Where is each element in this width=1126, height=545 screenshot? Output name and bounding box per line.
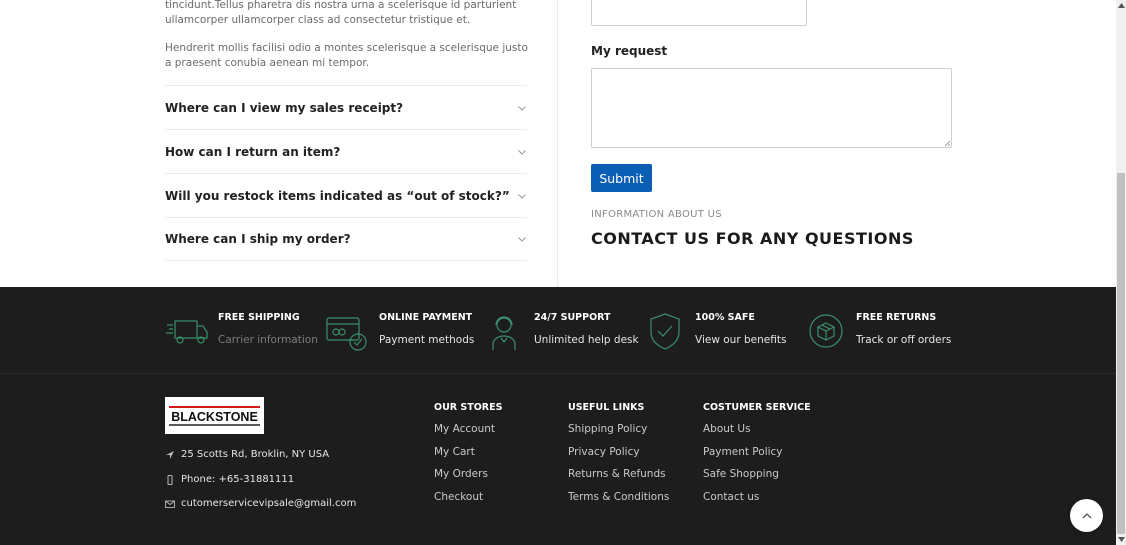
footer-email[interactable]: cutomerservicevipsale@gmail.com <box>165 498 356 509</box>
footer-link-my-account[interactable]: My Account <box>434 421 502 444</box>
back-to-top-button[interactable] <box>1070 499 1103 532</box>
info-label: INFORMATION ABOUT US <box>591 209 722 220</box>
shield-check-icon <box>650 313 680 350</box>
feature-subtitle: Carrier information <box>218 334 318 346</box>
scrollbar-thumb[interactable] <box>1117 173 1125 534</box>
scroll-down-arrow[interactable] <box>1116 534 1126 545</box>
faq-item-view-receipt[interactable]: Where can I view my sales receipt? <box>165 85 527 129</box>
column-title: USEFUL LINKS <box>568 402 645 413</box>
chevron-down-icon <box>518 193 526 199</box>
faq-question: How can I return an item? <box>165 144 341 159</box>
faq-item-return-item[interactable]: How can I return an item? <box>165 129 527 173</box>
faq-item-ship-order[interactable]: Where can I ship my order? <box>165 217 527 261</box>
location-arrow-icon <box>166 450 174 459</box>
feature-title: 100% SAFE <box>695 312 755 323</box>
footer-link-checkout[interactable]: Checkout <box>434 489 502 512</box>
footer-link-my-cart[interactable]: My Cart <box>434 444 502 467</box>
feature-subtitle: Payment methods <box>379 334 475 346</box>
footer-address: 25 Scotts Rd, Broklin, NY USA <box>165 449 329 460</box>
features-band: FREE SHIPPING Carrier information ONLINE… <box>0 287 1116 374</box>
support-agent-icon <box>492 316 516 350</box>
footer-column-customer-service: COSTUMER SERVICE About Us Payment Policy… <box>703 402 811 511</box>
column-title: OUR STORES <box>434 402 503 413</box>
truck-icon <box>166 320 208 344</box>
feature-title: ONLINE PAYMENT <box>379 312 473 323</box>
column-title: COSTUMER SERVICE <box>703 402 811 413</box>
feature-subtitle: Track or off orders <box>856 334 952 346</box>
faq-question: Where can I view my sales receipt? <box>165 100 404 115</box>
mobile-phone-icon <box>167 474 173 485</box>
faq-list: Where can I view my sales receipt? How c… <box>165 85 527 261</box>
chevron-down-icon <box>518 105 526 111</box>
envelope-icon <box>165 500 175 508</box>
footer-link-returns-refunds[interactable]: Returns & Refunds <box>568 466 669 489</box>
column-divider <box>557 0 558 287</box>
footer-phone: Phone: +65-31881111 <box>165 474 294 485</box>
faq-item-restock[interactable]: Will you restock items indicated as “out… <box>165 173 527 217</box>
faq-question: Where can I ship my order? <box>165 232 351 246</box>
intro-paragraph: tincidunt.Tellus pharetra dis nostra urn… <box>165 0 517 26</box>
feature-free-shipping: FREE SHIPPING Carrier information <box>165 309 325 355</box>
footer-link-about-us[interactable]: About Us <box>703 421 811 444</box>
payment-card-icon <box>326 317 367 351</box>
footer-link-safe-shopping[interactable]: Safe Shopping <box>703 466 811 489</box>
address-text: 25 Scotts Rd, Broklin, NY USA <box>181 449 330 460</box>
resize-grip-icon[interactable] <box>944 140 951 147</box>
feature-free-returns: FREE RETURNS Track or off orders <box>809 309 969 355</box>
footer-link-contact-us[interactable]: Contact us <box>703 489 811 512</box>
intro-paragraph: Hendrerit mollis facilisi odio a montes … <box>165 42 528 69</box>
request-label: My request <box>591 44 668 58</box>
feature-online-payment: ONLINE PAYMENT Payment methods <box>326 309 486 355</box>
email-text: cutomerservicevipsale@gmail.com <box>181 498 357 509</box>
feature-title: FREE RETURNS <box>856 312 937 323</box>
content-section: tincidunt.Tellus pharetra dis nostra urn… <box>0 0 1116 287</box>
feature-subtitle: Unlimited help desk <box>534 334 639 346</box>
chevron-down-icon <box>518 237 526 242</box>
feature-safe: 100% SAFE View our benefits <box>650 309 810 355</box>
faq-question: Will you restock items indicated as “out… <box>165 188 510 203</box>
contact-heading: CONTACT US FOR ANY QUESTIONS <box>591 229 914 248</box>
footer-link-terms[interactable]: Terms & Conditions <box>568 489 669 512</box>
logo-text: BLACKSTONE <box>171 410 258 424</box>
feature-support: 24/7 SUPPORT Unlimited help desk <box>490 309 650 355</box>
feature-title: 24/7 SUPPORT <box>534 312 611 323</box>
triangle-up-icon <box>1117 3 1125 8</box>
scroll-up-arrow[interactable] <box>1116 0 1126 11</box>
contact-field[interactable] <box>591 0 807 26</box>
footer-link-privacy-policy[interactable]: Privacy Policy <box>568 444 669 467</box>
blackstone-logo-icon: BLACKSTONE <box>169 405 260 426</box>
footer-link-payment-policy[interactable]: Payment Policy <box>703 444 811 467</box>
brand-logo[interactable]: BLACKSTONE <box>165 397 264 434</box>
chevron-down-icon <box>518 149 526 155</box>
box-return-icon <box>809 314 843 348</box>
phone-text: Phone: +65-31881111 <box>181 474 295 485</box>
feature-subtitle: View our benefits <box>695 334 787 346</box>
feature-title: FREE SHIPPING <box>218 312 300 323</box>
footer-link-shipping-policy[interactable]: Shipping Policy <box>568 421 669 444</box>
footer-column-useful-links: USEFUL LINKS Shipping Policy Privacy Pol… <box>568 402 669 511</box>
site-footer: FREE SHIPPING Carrier information ONLINE… <box>0 287 1116 545</box>
footer-link-my-orders[interactable]: My Orders <box>434 466 502 489</box>
intro-text: tincidunt.Tellus pharetra dis nostra urn… <box>165 0 530 84</box>
submit-button[interactable]: Submit <box>591 164 652 192</box>
footer-column-stores: OUR STORES My Account My Cart My Orders … <box>434 402 502 511</box>
triangle-down-icon <box>1117 537 1125 542</box>
request-textarea[interactable] <box>591 68 952 148</box>
chevron-up-icon <box>1082 512 1091 518</box>
